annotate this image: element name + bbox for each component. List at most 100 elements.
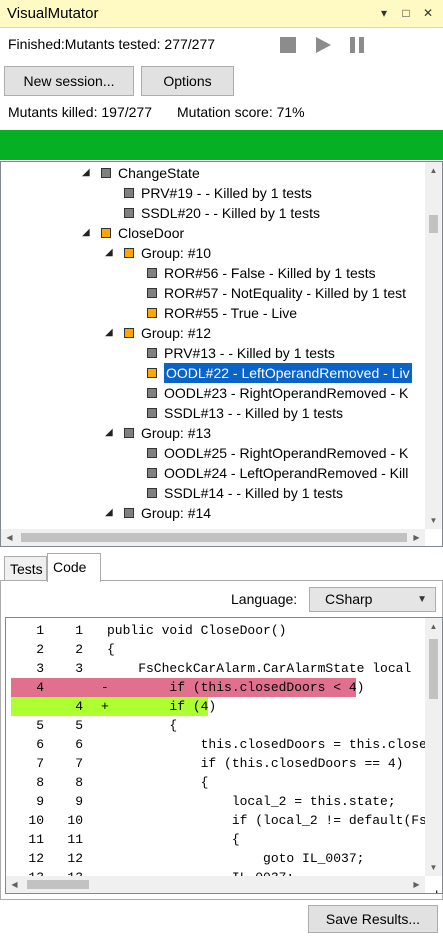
live-status-icon <box>101 228 111 238</box>
tab-tests[interactable]: Tests <box>4 556 47 581</box>
tree-node-label: Group: #12 <box>141 325 212 341</box>
maximize-icon[interactable]: □ <box>398 4 414 22</box>
options-button[interactable]: Options <box>141 66 234 96</box>
tree-node-mutant[interactable]: ROR#55 - True - Live <box>1 303 425 323</box>
code-text: this.closedDoors = this.closedD <box>107 737 443 752</box>
tree-horizontal-scrollbar[interactable]: ◀ ▶ <box>1 529 425 546</box>
code-line: 9 9 local_2 = this.state; <box>6 792 426 811</box>
scroll-thumb[interactable] <box>429 215 438 233</box>
code-line: 1 1 public void CloseDoor() <box>6 621 426 640</box>
code-horizontal-scrollbar[interactable]: ◀ ▶ <box>6 876 425 893</box>
tree-node-group[interactable]: ◢ Group: #12 <box>1 323 425 343</box>
tree-node-label: CloseDoor <box>118 225 185 241</box>
scroll-thumb[interactable] <box>27 880 89 889</box>
scroll-down-icon[interactable]: ▼ <box>425 512 442 529</box>
expander-icon[interactable]: ◢ <box>105 248 115 258</box>
code-text: if (local_2 != default(FsCh <box>107 813 443 828</box>
new-session-button[interactable]: New session... <box>4 66 134 96</box>
tree-vertical-scrollbar[interactable]: ▲ ▼ <box>425 162 442 529</box>
expander-icon[interactable]: ◢ <box>105 428 115 438</box>
window-menu-dropdown-icon[interactable]: ▾ <box>376 4 392 22</box>
new-line-number: 8 <box>75 775 83 790</box>
tree-node-mutant[interactable]: ROR#56 - False - Killed by 1 tests <box>1 263 425 283</box>
mutant-tree[interactable]: ◢ ChangeState PRV#19 - - Killed by 1 tests… <box>0 161 443 547</box>
scroll-down-icon[interactable]: ▼ <box>425 859 442 876</box>
scroll-thumb[interactable] <box>21 533 407 542</box>
expander-icon[interactable]: ◢ <box>105 508 115 518</box>
tree-node-mutant[interactable]: OODL#24 - LeftOperandRemoved - Kill <box>1 463 425 483</box>
tree-node-label: SSDL#20 - - Killed by 1 tests <box>141 205 320 221</box>
new-line-number: 5 <box>75 718 83 733</box>
tree-node-group[interactable]: ◢ Group: #10 <box>1 243 425 263</box>
save-results-button[interactable]: Save Results... <box>308 905 438 933</box>
tree-node-mutant[interactable]: OODL#22 - LeftOperandRemoved - Liv <box>1 363 425 383</box>
tree-node-mutant[interactable]: SSDL#20 - - Killed by 1 tests <box>1 203 425 223</box>
tree-node-method[interactable]: ◢ ChangeState <box>1 163 425 183</box>
chevron-down-icon: ▼ <box>417 594 427 605</box>
progress-bar <box>0 130 443 160</box>
tree-node-mutant[interactable]: SSDL#14 - - Killed by 1 tests <box>1 483 425 503</box>
killed-status-icon <box>147 468 157 478</box>
tree-node-group[interactable]: ◢ Group: #14 <box>1 503 425 523</box>
tree-node-mutant[interactable]: PRV#13 - - Killed by 1 tests <box>1 343 425 363</box>
scroll-right-icon[interactable]: ▶ <box>408 876 425 893</box>
killed-status-icon <box>147 408 157 418</box>
code-text: { <box>107 642 115 657</box>
tree-node-mutant[interactable]: SSDL#13 - - Killed by 1 tests <box>1 403 425 423</box>
tab-code[interactable]: Code <box>47 553 101 582</box>
live-status-icon <box>124 248 134 258</box>
new-line-number: 10 <box>67 813 83 828</box>
old-line-number: 8 <box>36 775 44 790</box>
code-line: 12 12 goto IL_0037; <box>6 849 426 868</box>
new-line-number: 11 <box>67 832 83 847</box>
tree-node-label: ROR#57 - NotEquality - Killed by 1 test <box>164 285 406 301</box>
expander-icon[interactable]: ◢ <box>82 168 92 178</box>
scroll-right-icon[interactable]: ▶ <box>408 529 425 546</box>
play-icon[interactable] <box>314 36 332 54</box>
language-select-value: CSharp <box>325 591 373 607</box>
code-text: { <box>107 775 209 790</box>
old-line-number: 4 <box>36 680 44 695</box>
new-line-number: 7 <box>75 756 83 771</box>
code-text: if (this.closedDoors < 4) <box>107 680 365 695</box>
live-status-icon <box>147 368 157 378</box>
tree-node-mutant[interactable]: OODL#25 - RightOperandRemoved - K <box>1 443 425 463</box>
expander-icon[interactable]: ◢ <box>105 328 115 338</box>
close-icon[interactable]: ✕ <box>420 4 436 22</box>
old-line-number: 10 <box>28 813 44 828</box>
killed-status-icon <box>124 188 134 198</box>
scroll-up-icon[interactable]: ▲ <box>425 162 442 179</box>
tree-node-mutant[interactable]: PRV#19 - - Killed by 1 tests <box>1 183 425 203</box>
killed-status-icon <box>147 388 157 398</box>
tree-node-mutant[interactable]: ROR#57 - NotEquality - Killed by 1 test <box>1 283 425 303</box>
tree-node-label: ChangeState <box>118 165 200 181</box>
code-line: 5 5 { <box>6 716 426 735</box>
code-view[interactable]: 1 1 public void CloseDoor() 2 2{3 3 FsCheckCa… <box>5 617 443 894</box>
killed-status-icon <box>147 348 157 358</box>
stop-icon[interactable] <box>279 36 297 54</box>
scroll-thumb[interactable] <box>429 639 438 699</box>
killed-status-icon <box>124 428 134 438</box>
language-select[interactable]: CSharp ▼ <box>309 587 436 612</box>
scroll-left-icon[interactable]: ◀ <box>6 876 23 893</box>
code-line: 10 10 if (local_2 != default(FsCh <box>6 811 442 830</box>
code-line: 6 6 this.closedDoors = this.closedD <box>6 735 442 754</box>
tree-node-label: OODL#25 - RightOperandRemoved - K <box>164 445 409 461</box>
code-vertical-scrollbar[interactable]: ▲ ▼ <box>425 618 442 876</box>
code-text: { <box>107 718 178 733</box>
pause-icon[interactable] <box>348 36 366 54</box>
old-line-number: 5 <box>36 718 44 733</box>
scroll-left-icon[interactable]: ◀ <box>1 529 18 546</box>
tree-node-label: Group: #13 <box>141 425 212 441</box>
code-line: 11 11 { <box>6 830 426 849</box>
killed-status-icon <box>124 508 134 518</box>
scroll-up-icon[interactable]: ▲ <box>425 618 442 635</box>
tree-node-label: Group: #10 <box>141 245 212 261</box>
old-line-number: 6 <box>36 737 44 752</box>
expander-icon[interactable]: ◢ <box>82 228 92 238</box>
tree-node-mutant[interactable]: OODL#23 - RightOperandRemoved - K <box>1 383 425 403</box>
tree-node-group[interactable]: ◢ Group: #13 <box>1 423 425 443</box>
tree-node-method[interactable]: ◢ CloseDoor <box>1 223 425 243</box>
live-status-icon <box>124 328 134 338</box>
code-text: local_2 = this.state; <box>107 794 396 809</box>
